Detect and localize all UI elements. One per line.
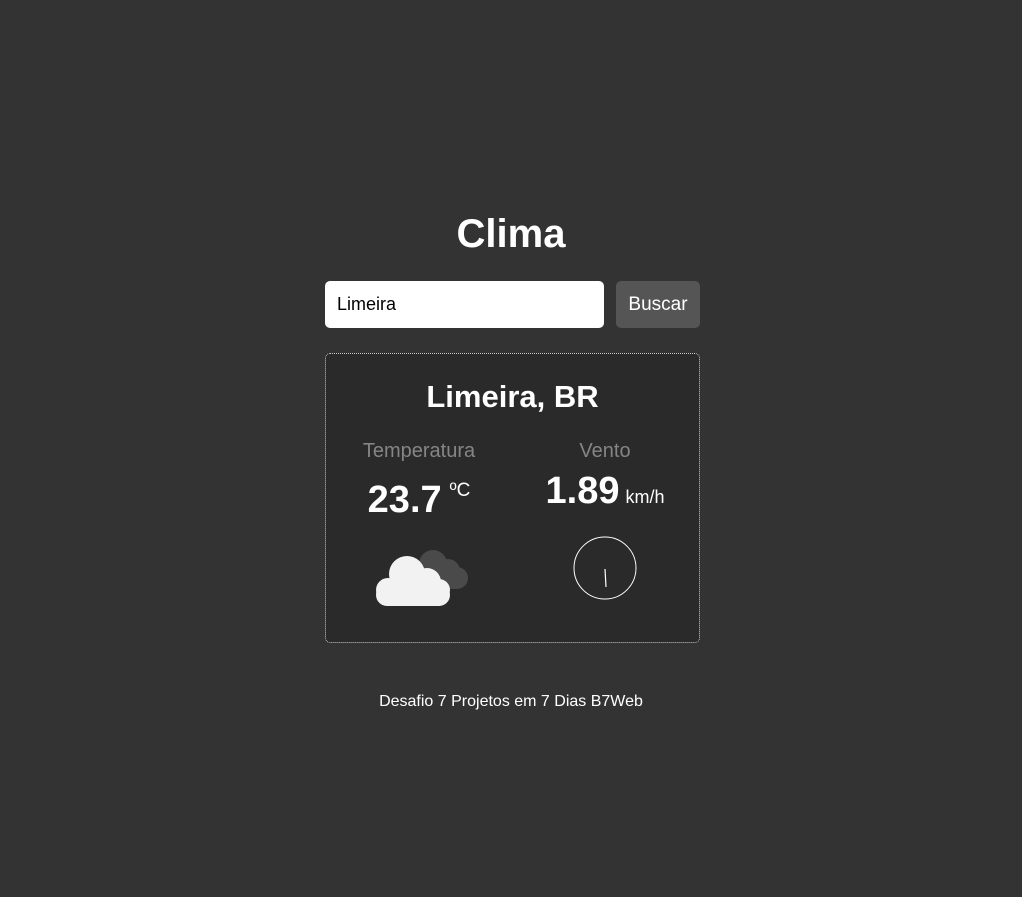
page-title: Clima [456,212,566,256]
search-form: Buscar [325,281,700,328]
temperature-info: Temperatura 23.7 ºC [326,439,512,530]
temperature-unit: ºC [449,480,471,501]
temperature-value: 23.7 [367,479,442,521]
wind-value-row: 1.89 km/h [512,469,698,521]
wind-info: Vento 1.89 km/h [512,439,698,521]
wind-unit: km/h [625,487,665,507]
temperature-label: Temperatura [362,440,476,462]
footer-text: Desafio 7 Projetos em 7 Dias B7Web [379,693,643,710]
cloud-icon [376,550,468,606]
wind-direction-gauge-icon [573,536,637,600]
wind-label: Vento [579,440,631,462]
search-input[interactable] [325,281,604,328]
wind-value: 1.89 [545,470,620,512]
temperature-value-row: 23.7 ºC [326,469,512,530]
weather-result-card: Limeira, BR Temperatura 23.7 ºC Vento 1.8… [325,353,700,643]
search-button[interactable]: Buscar [616,281,700,328]
location-title: Limeira, BR [426,379,599,414]
weather-app: Clima Buscar Limeira, BR Temperatura 23.… [0,0,1022,897]
